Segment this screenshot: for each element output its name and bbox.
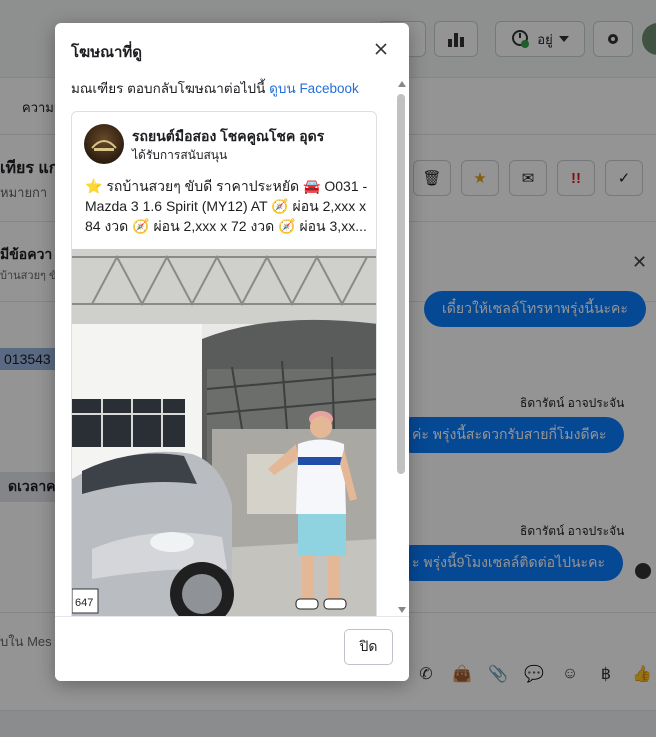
page-avatar (84, 124, 124, 164)
license-plate: 647 (75, 597, 93, 609)
modal-footer: ปิด (55, 616, 409, 681)
ad-page-name: รถยนต์มือสอง โชคคูณโชค อุดร (132, 128, 325, 144)
modal-description: มณเฑียร ตอบกลับโฆษณาต่อไปนี้ ดูบน Facebo… (71, 77, 359, 99)
logo-icon (91, 140, 117, 151)
scroll-down-icon[interactable] (398, 607, 406, 613)
close-icon[interactable] (370, 38, 392, 60)
scroll-thumb[interactable] (397, 94, 405, 474)
ad-viewed-modal: โฆษณาที่ดู มณเฑียร ตอบกลับโฆษณาต่อไปนี้ … (55, 23, 409, 681)
close-button[interactable]: ปิด (344, 629, 393, 665)
ad-image: 647 (72, 249, 376, 616)
ad-body-text: ⭐ รถบ้านสวยๆ ขับดี ราคาประหยัด 🚘 O031 - … (85, 178, 368, 234)
description-text: มณเฑียร ตอบกลับโฆษณาต่อไปนี้ (71, 81, 266, 96)
scroll-up-icon[interactable] (398, 81, 406, 87)
sponsored-label: ได้รับการสนับสนุน (132, 148, 228, 162)
view-on-facebook-link[interactable]: ดูบน Facebook (269, 81, 359, 96)
ad-preview-card: รถยนต์มือสอง โชคคูณโชค อุดร ได้รับการสนั… (71, 111, 377, 616)
modal-scrollbar[interactable] (396, 81, 408, 616)
modal-title: โฆษณาที่ดู (71, 44, 143, 61)
ad-scroll-area[interactable]: รถยนต์มือสอง โชคคูณโชค อุดร ได้รับการสนั… (55, 99, 409, 616)
